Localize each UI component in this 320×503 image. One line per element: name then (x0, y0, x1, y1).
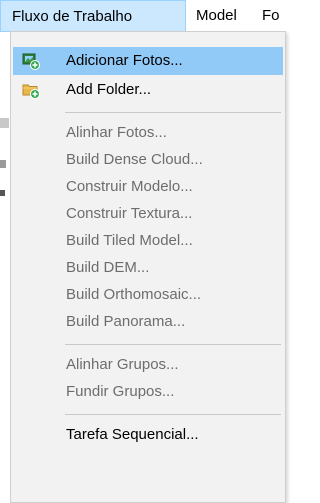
menu-bar: Fluxo de Trabalho Model Fo (0, 0, 286, 32)
menu-item-build-texture[interactable]: Construir Textura... (13, 200, 283, 228)
menu-item-label: Alinhar Fotos... (66, 124, 167, 141)
menu-item-align-photos[interactable]: Alinhar Fotos... (13, 119, 283, 147)
menu-item-add-folder[interactable]: Add Folder... (13, 76, 283, 104)
menu-separator (65, 344, 281, 345)
menubar-item-model[interactable]: Model (196, 0, 237, 32)
menu-item-label: Fundir Grupos... (66, 383, 175, 400)
menu-item-build-dense-cloud[interactable]: Build Dense Cloud... (13, 146, 283, 174)
menu-item-label: Adicionar Fotos... (66, 52, 183, 69)
menu-item-label: Build DEM... (66, 259, 150, 276)
menu-item-label: Build Orthomosaic... (66, 286, 202, 303)
menu-item-build-tiled-model[interactable]: Build Tiled Model... (13, 227, 283, 255)
add-photos-icon (22, 52, 40, 70)
menu-item-build-orthomosaic[interactable]: Build Orthomosaic... (13, 281, 283, 309)
workflow-dropdown-menu: Adicionar Fotos... Add Folder... Alinhar… (10, 31, 286, 503)
menu-item-build-model[interactable]: Construir Modelo... (13, 173, 283, 201)
menu-item-label: Add Folder... (66, 81, 152, 98)
menu-item-align-chunks[interactable]: Alinhar Grupos... (13, 351, 283, 379)
menubar-item-partial[interactable]: Fo (262, 0, 286, 32)
menu-item-batch-process[interactable]: Tarefa Sequencial... (13, 421, 283, 449)
menu-item-label: Tarefa Sequencial... (66, 426, 199, 443)
menu-item-build-dem[interactable]: Build DEM... (13, 254, 283, 282)
background-window-fragment (0, 190, 5, 196)
menu-item-label: Build Panorama... (66, 313, 186, 330)
background-window-fragment (0, 118, 9, 128)
menu-item-label: Construir Textura... (66, 205, 193, 222)
menu-item-label: Build Tiled Model... (66, 232, 193, 249)
background-window-fragment (0, 160, 6, 168)
menu-separator (65, 112, 281, 113)
menu-item-build-panorama[interactable]: Build Panorama... (13, 308, 283, 336)
menu-item-merge-chunks[interactable]: Fundir Grupos... (13, 378, 283, 406)
menubar-item-workflow[interactable]: Fluxo de Trabalho (0, 0, 186, 32)
menu-item-add-photos[interactable]: Adicionar Fotos... (13, 47, 283, 75)
menu-item-label: Alinhar Grupos... (66, 356, 179, 373)
menu-item-label: Build Dense Cloud... (66, 151, 203, 168)
menu-separator (65, 414, 281, 415)
menu-item-label: Construir Modelo... (66, 178, 193, 195)
add-folder-icon (22, 81, 40, 99)
